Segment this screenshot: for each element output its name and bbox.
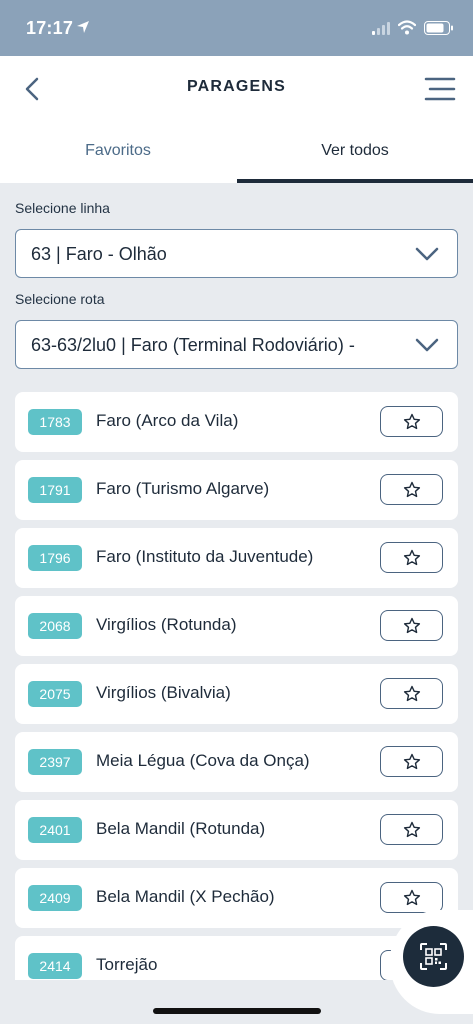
stop-list-item[interactable]: 1796 Faro (Instituto da Juventude) (15, 528, 458, 588)
location-arrow-icon (77, 21, 89, 33)
star-icon (403, 821, 421, 838)
star-icon (403, 617, 421, 634)
stop-code-badge: 2414 (28, 953, 82, 979)
stop-code-badge: 2401 (28, 817, 82, 843)
stop-code-badge: 1791 (28, 477, 82, 503)
stop-code-badge: 1783 (28, 409, 82, 435)
line-select[interactable]: 63 | Faro - Olhão (15, 229, 458, 278)
stop-list: 1783 Faro (Arco da Vila) 1791 Faro (Turismo… (15, 392, 458, 980)
route-select-value: 63-63/2lu0 | Faro (Terminal Rodoviário) … (31, 335, 355, 355)
stop-list-item[interactable]: 2075 Virgílios (Bivalvia) (15, 664, 458, 724)
home-indicator (153, 1008, 321, 1014)
chevron-down-icon (415, 338, 439, 352)
route-select[interactable]: 63-63/2lu0 | Faro (Terminal Rodoviário) … (15, 320, 458, 369)
favorite-button[interactable] (380, 406, 443, 437)
stop-code-badge: 2075 (28, 681, 82, 707)
favorite-button[interactable] (380, 678, 443, 709)
tab-ver-todos[interactable]: Ver todos (237, 122, 473, 183)
stop-list-item[interactable]: 2068 Virgílios (Rotunda) (15, 596, 458, 656)
star-icon (403, 685, 421, 702)
line-select-label: Selecione linha (15, 200, 110, 216)
stop-list-item[interactable]: 2397 Meia Légua (Cova da Onça) (15, 732, 458, 792)
tab-bar: Favoritos Ver todos (0, 122, 473, 183)
wifi-icon (398, 20, 416, 35)
stop-name: Virgílios (Rotunda) (96, 615, 237, 634)
star-icon (403, 413, 421, 430)
stop-list-item[interactable]: 1783 Faro (Arco da Vila) (15, 392, 458, 452)
line-select-value: 63 | Faro - Olhão (31, 244, 167, 264)
cellular-signal-icon (372, 22, 390, 35)
favorite-button[interactable] (380, 610, 443, 641)
stop-name: Faro (Turismo Algarve) (96, 479, 270, 498)
stop-name: Meia Légua (Cova da Onça) (96, 751, 310, 770)
active-tab-indicator (237, 179, 473, 183)
battery-icon (424, 21, 453, 35)
status-time: 17:17 (26, 18, 74, 38)
stop-list-item[interactable]: 1791 Faro (Turismo Algarve) (15, 460, 458, 520)
stop-code-badge: 1796 (28, 545, 82, 571)
stop-name: Bela Mandil (X Pechão) (96, 887, 275, 906)
stop-name: Virgílios (Bivalvia) (96, 683, 231, 702)
menu-button[interactable] (424, 76, 456, 102)
qr-code-scan-icon (420, 943, 447, 970)
stop-code-badge: 2068 (28, 613, 82, 639)
tab-favoritos[interactable]: Favoritos (0, 122, 236, 183)
page-title: PARAGENS (186, 78, 287, 95)
star-icon (403, 549, 421, 566)
favorite-button[interactable] (380, 746, 443, 777)
favorite-button[interactable] (380, 814, 443, 845)
favorite-button[interactable] (380, 542, 443, 573)
stop-name: Bela Mandil (Rotunda) (96, 819, 266, 838)
star-icon (403, 889, 421, 906)
chevron-down-icon (415, 247, 439, 261)
stop-list-item[interactable]: 2409 Bela Mandil (X Pechão) (15, 868, 458, 928)
stop-name: Torrejão (96, 955, 158, 974)
qr-scan-button[interactable] (403, 926, 464, 987)
stop-name: Faro (Instituto da Juventude) (96, 547, 314, 566)
menu-icon (424, 77, 456, 101)
route-select-label: Selecione rota (15, 291, 105, 307)
header: PARAGENS (0, 56, 473, 122)
favorite-button[interactable] (380, 882, 443, 913)
stop-code-badge: 2397 (28, 749, 82, 775)
stop-list-item[interactable]: 2401 Bela Mandil (Rotunda) (15, 800, 458, 860)
status-bar: 17:17 (0, 0, 473, 56)
stop-code-badge: 2409 (28, 885, 82, 911)
star-icon (403, 481, 421, 498)
star-icon (403, 753, 421, 770)
favorite-button[interactable] (380, 474, 443, 505)
stop-name: Faro (Arco da Vila) (96, 411, 239, 430)
